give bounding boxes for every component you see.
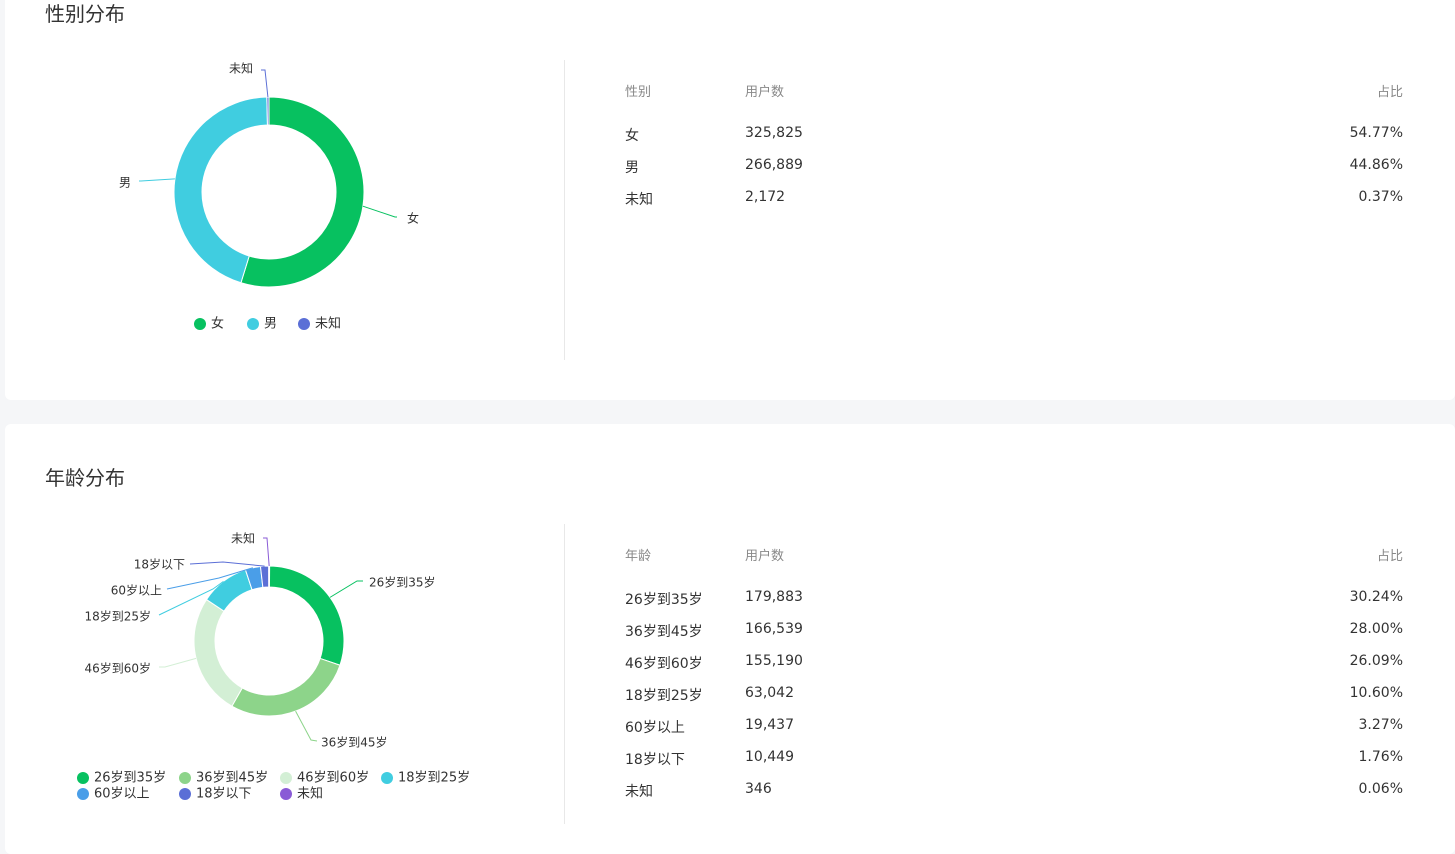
slice-0[interactable] [268, 565, 345, 666]
legend-label[interactable]: 18岁到25岁 [398, 771, 470, 786]
legend-marker[interactable] [179, 772, 191, 784]
gender-table: 性别 用户数 占比 女 325,825 54.77% 男 266,889 44.… [625, 81, 1403, 221]
row-count: 155,190 [745, 653, 803, 669]
age-donut-chart: 26岁到35岁36岁到45岁46岁到60岁18岁到25岁60岁以上18岁以下未知… [77, 532, 470, 802]
legend-label[interactable]: 36岁到45岁 [196, 771, 268, 786]
slice-1[interactable] [231, 657, 341, 717]
table-header: 年龄 用户数 占比 [625, 545, 1403, 589]
table-row: 60岁以上 19,437 3.27% [625, 717, 1403, 749]
row-ratio: 10.60% [1349, 685, 1403, 701]
row-label: 18岁以下 [625, 752, 685, 768]
label-line [159, 657, 197, 668]
legend-marker[interactable] [77, 772, 89, 784]
row-ratio: 54.77% [1349, 125, 1403, 141]
header-age: 年龄 [625, 549, 652, 564]
legend-marker[interactable] [381, 772, 393, 784]
row-ratio: 28.00% [1349, 621, 1403, 637]
row-label: 26岁到35岁 [625, 592, 703, 608]
table-row: 18岁到25岁 63,042 10.60% [625, 685, 1403, 717]
slice-label: 60岁以上 [111, 583, 162, 598]
row-label: 男 [625, 160, 639, 176]
row-ratio: 3.27% [1358, 717, 1403, 733]
legend-marker[interactable] [77, 788, 89, 800]
row-ratio: 44.86% [1349, 157, 1403, 173]
legend-label[interactable]: 18岁以下 [196, 787, 252, 802]
row-count: 346 [745, 781, 772, 797]
age-table: 年龄 用户数 占比 26岁到35岁 179,883 30.24% 36岁到45岁… [625, 545, 1403, 813]
table-row: 26岁到35岁 179,883 30.24% [625, 589, 1403, 621]
row-ratio: 0.37% [1358, 189, 1403, 205]
legend-label[interactable]: 46岁到60岁 [297, 771, 369, 786]
legend-label[interactable]: 26岁到35岁 [94, 771, 166, 786]
divider [564, 524, 565, 824]
row-count: 179,883 [745, 589, 803, 605]
table-row: 36岁到45岁 166,539 28.00% [625, 621, 1403, 653]
slice-label: 18岁到25岁 [84, 609, 151, 624]
row-count: 63,042 [745, 685, 794, 701]
age-card: 年龄分布 26岁到35岁 36岁到45岁 46岁到60岁 18岁到25岁 60岁以上 18… [5, 424, 1455, 854]
table-row: 女 325,825 54.77% [625, 125, 1403, 157]
row-count: 2,172 [745, 189, 786, 205]
legend-label[interactable]: 60岁以上 [94, 787, 150, 802]
row-label: 女 [625, 128, 639, 144]
row-count: 166,539 [745, 621, 803, 637]
header-ratio: 占比 [1376, 85, 1403, 100]
row-ratio: 0.06% [1358, 781, 1403, 797]
legend-label[interactable]: 未知 [297, 786, 323, 802]
slice-label: 46岁到60岁 [84, 661, 151, 676]
row-count: 19,437 [745, 717, 794, 733]
header-gender: 性别 [625, 85, 652, 100]
row-label: 未知 [625, 192, 653, 208]
header-users: 用户数 [745, 549, 785, 564]
row-label: 36岁到45岁 [625, 624, 703, 640]
table-header: 性别 用户数 占比 [625, 81, 1403, 125]
slice-label: 未知 [231, 532, 255, 546]
row-label: 60岁以上 [625, 720, 685, 736]
label-line [295, 710, 318, 742]
header-users: 用户数 [745, 85, 785, 100]
row-ratio: 30.24% [1349, 589, 1403, 605]
slice-2[interactable] [193, 598, 243, 707]
legend-marker[interactable] [179, 788, 191, 800]
legend-marker[interactable] [280, 788, 292, 800]
header-ratio: 占比 [1376, 549, 1403, 564]
label-line [263, 537, 270, 567]
table-row: 未知 346 0.06% [625, 781, 1403, 813]
slice-label: 18岁以下 [134, 557, 185, 572]
row-ratio: 26.09% [1349, 653, 1403, 669]
legend-marker[interactable] [280, 772, 292, 784]
row-count: 266,889 [745, 157, 803, 173]
slice-6[interactable] [268, 565, 271, 588]
row-label: 18岁到25岁 [625, 688, 703, 704]
slice-label: 36岁到45岁 [321, 735, 388, 750]
table-row: 46岁到60岁 155,190 26.09% [625, 653, 1403, 685]
label-line [189, 561, 265, 567]
slice-label: 26岁到35岁 [369, 575, 436, 590]
label-line [329, 580, 363, 598]
row-ratio: 1.76% [1358, 749, 1403, 765]
row-count: 325,825 [745, 125, 803, 141]
table-row: 未知 2,172 0.37% [625, 189, 1403, 221]
row-count: 10,449 [745, 749, 794, 765]
table-row: 18岁以下 10,449 1.76% [625, 749, 1403, 781]
table-row: 男 266,889 44.86% [625, 157, 1403, 189]
row-label: 未知 [625, 784, 653, 800]
row-label: 46岁到60岁 [625, 656, 703, 672]
